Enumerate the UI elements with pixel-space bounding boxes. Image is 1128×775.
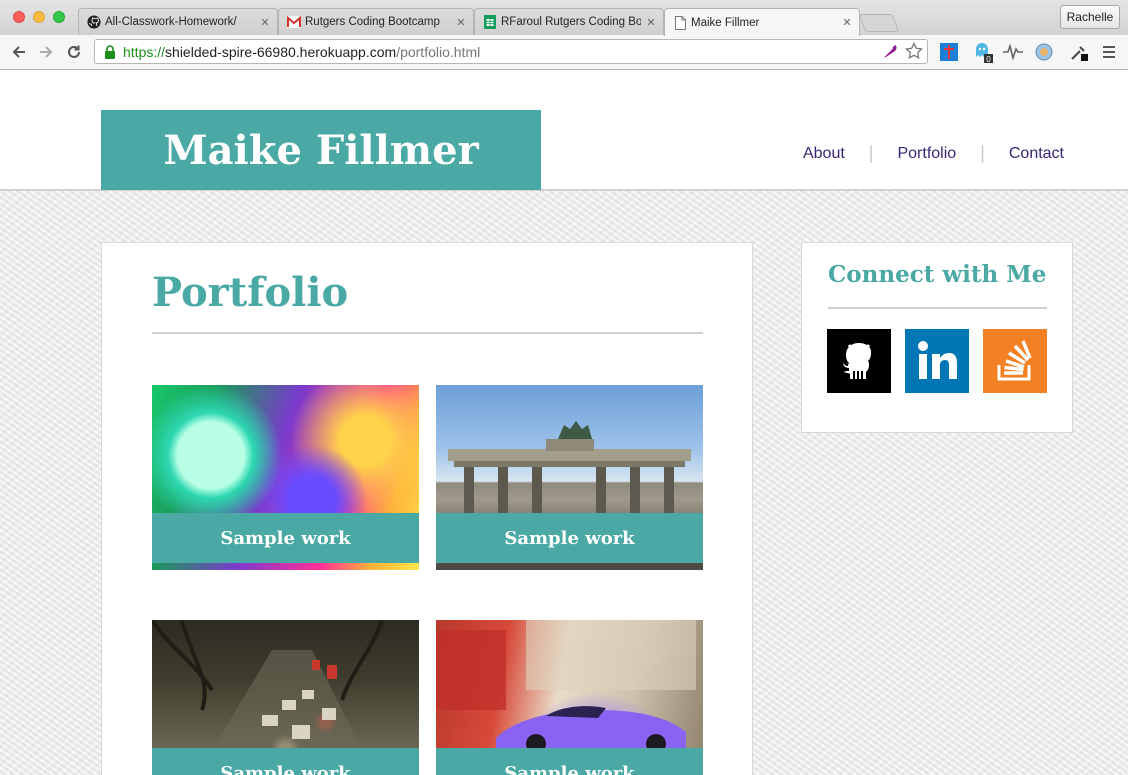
forward-icon[interactable]	[35, 41, 57, 63]
globe-extension-icon[interactable]	[1033, 41, 1055, 63]
site-header: Maike Fillmer About | Portfolio | Contac…	[0, 70, 1128, 191]
feather-extension-icon[interactable]	[881, 42, 899, 63]
ghostery-icon[interactable]: 0	[972, 41, 994, 63]
connect-title: Connect with Me	[828, 261, 1047, 288]
title-divider	[152, 332, 703, 334]
close-window-button[interactable]	[13, 11, 25, 23]
page-viewport: Maike Fillmer About | Portfolio | Contac…	[0, 70, 1128, 775]
tab-gmail[interactable]: Rutgers Coding Bootcamp ✕	[278, 8, 474, 35]
github-link[interactable]	[827, 329, 891, 393]
nav-portfolio-link[interactable]: Portfolio	[897, 145, 956, 163]
reload-icon[interactable]	[63, 41, 85, 63]
nav-contact-link[interactable]: Contact	[1009, 145, 1064, 163]
linkedin-link[interactable]	[905, 329, 969, 393]
minimize-window-button[interactable]	[33, 11, 45, 23]
github-icon	[843, 343, 872, 379]
menu-icon[interactable]	[1098, 41, 1120, 63]
linkedin-icon	[918, 341, 957, 379]
address-bar[interactable]: https://shielded-spire-66980.herokuapp.c…	[94, 39, 928, 64]
url-host: shielded-spire-66980.herokuapp.com	[165, 43, 397, 60]
url-path: /portfolio.html	[396, 43, 481, 60]
tab-github[interactable]: All-Classwork-Homework/ ✕	[78, 8, 278, 35]
tab-sheets[interactable]: RFaroul Rutgers Coding Bo ✕	[474, 8, 664, 35]
connect-card: Connect with Me	[801, 242, 1073, 433]
nav-separator: |	[868, 143, 874, 163]
pulse-icon[interactable]	[1002, 41, 1024, 63]
portfolio-item[interactable]: Sample work	[436, 620, 703, 775]
bookmark-star-icon[interactable]	[905, 41, 923, 63]
close-tab-icon[interactable]: ✕	[841, 16, 853, 29]
profile-button[interactable]: Rachelle	[1060, 5, 1120, 29]
main-nav: About | Portfolio | Contact	[803, 143, 1064, 164]
new-tab-button[interactable]	[858, 14, 900, 32]
gmail-icon	[287, 15, 301, 29]
site-brand[interactable]: Maike Fillmer	[101, 110, 541, 190]
stackoverflow-icon	[997, 340, 1032, 381]
portfolio-caption: Sample work	[436, 513, 703, 563]
stackoverflow-link[interactable]	[983, 329, 1047, 393]
portfolio-card: Portfolio Sample work Sample work Sample…	[101, 242, 753, 775]
tab-title: All-Classwork-Homework/	[105, 16, 237, 28]
tab-maike-fillmer[interactable]: Maike Fillmer ✕	[664, 8, 860, 36]
page-icon	[673, 15, 687, 30]
close-tab-icon[interactable]: ✕	[455, 16, 467, 29]
back-icon[interactable]	[8, 41, 30, 63]
nav-separator: |	[980, 143, 985, 163]
zoom-window-button[interactable]	[53, 11, 65, 23]
browser-chrome: All-Classwork-Homework/ ✕ Rutgers Coding…	[0, 0, 1128, 70]
browser-toolbar: https://shielded-spire-66980.herokuapp.c…	[0, 35, 1128, 70]
close-tab-icon[interactable]: ✕	[645, 16, 657, 29]
lock-icon	[101, 43, 119, 61]
github-icon	[87, 15, 101, 29]
extension-badge: 0	[986, 55, 991, 63]
connect-divider	[828, 307, 1047, 309]
page-title: Portfolio	[152, 269, 349, 316]
nav-about-link[interactable]: About	[803, 145, 845, 163]
portfolio-item[interactable]: Sample work	[436, 385, 703, 570]
portfolio-item[interactable]: Sample work	[152, 385, 419, 570]
portfolio-caption: Sample work	[436, 748, 703, 775]
portfolio-caption: Sample work	[152, 513, 419, 563]
tab-strip: All-Classwork-Homework/ ✕ Rutgers Coding…	[0, 0, 1128, 36]
portfolio-caption: Sample work	[152, 748, 419, 775]
url-scheme: https://	[123, 43, 166, 60]
close-tab-icon[interactable]: ✕	[259, 16, 271, 29]
extension-tile-icon[interactable]	[938, 41, 960, 63]
portfolio-item[interactable]: Sample work	[152, 620, 419, 775]
tab-title: Rutgers Coding Bootcamp	[305, 16, 440, 28]
tab-title: RFaroul Rutgers Coding Bo	[501, 16, 641, 28]
tab-title: Maike Fillmer	[691, 16, 760, 29]
eyedropper-icon[interactable]	[1068, 41, 1090, 63]
sheets-icon	[483, 15, 497, 29]
